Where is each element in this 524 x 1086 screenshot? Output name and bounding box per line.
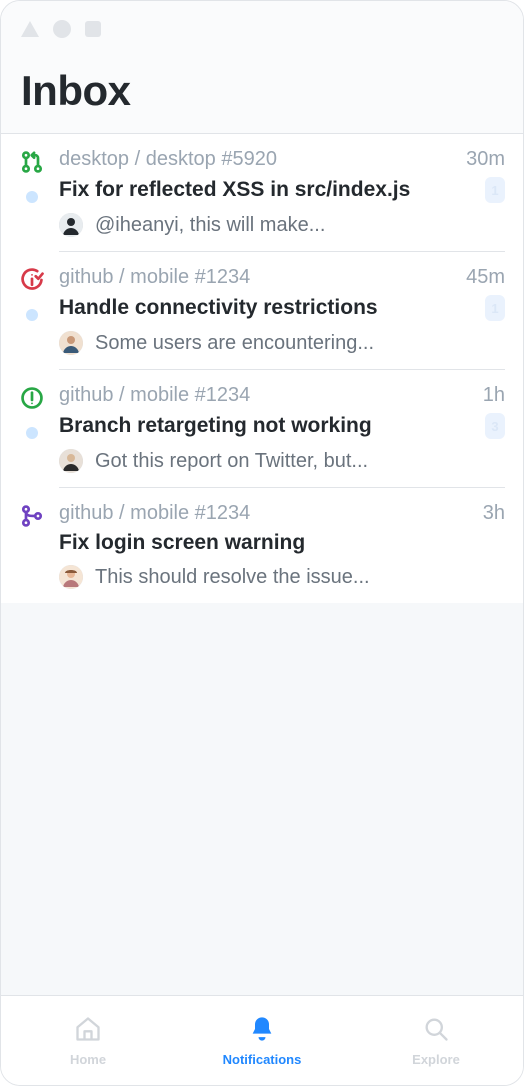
notification-row[interactable]: github / mobile #1234 3h Fix login scree… xyxy=(1,488,523,603)
repo-reference: github / mobile #1234 xyxy=(59,502,250,525)
tab-label: Home xyxy=(70,1052,106,1067)
count-badge: 1 xyxy=(485,295,505,321)
page-title: Inbox xyxy=(21,67,503,115)
unread-indicator xyxy=(26,309,38,321)
row-body: desktop / desktop #5920 30m Fix for refl… xyxy=(59,148,505,252)
repo-reference: desktop / desktop #5920 xyxy=(59,148,277,171)
home-icon xyxy=(74,1015,102,1048)
preview-text: Got this report on Twitter, but... xyxy=(95,450,368,473)
issue-open-icon xyxy=(20,386,44,415)
row-status-column xyxy=(19,266,45,370)
tab-home[interactable]: Home xyxy=(1,996,175,1085)
tab-label: Explore xyxy=(412,1052,460,1067)
tab-bar: Home Notifications Explore xyxy=(1,995,523,1085)
row-status-column xyxy=(19,384,45,488)
avatar xyxy=(59,449,83,473)
app-frame: Inbox desktop / desktop #5920 30m Fix fo… xyxy=(0,0,524,1086)
row-body: github / mobile #1234 3h Fix login scree… xyxy=(59,502,505,603)
window-decoration-triangle xyxy=(21,21,39,37)
notification-list[interactable]: desktop / desktop #5920 30m Fix for refl… xyxy=(1,134,523,603)
tab-notifications[interactable]: Notifications xyxy=(175,996,349,1085)
row-body: github / mobile #1234 45m Handle connect… xyxy=(59,266,505,370)
notification-row[interactable]: github / mobile #1234 1h Branch retarget… xyxy=(1,370,523,488)
avatar xyxy=(59,213,83,237)
timestamp: 45m xyxy=(466,266,505,289)
avatar xyxy=(59,331,83,355)
timestamp: 30m xyxy=(466,148,505,171)
window-titlebar xyxy=(1,1,523,57)
unread-indicator xyxy=(26,427,38,439)
window-decoration-circle xyxy=(53,20,71,38)
timestamp: 1h xyxy=(483,384,505,407)
repo-reference: github / mobile #1234 xyxy=(59,266,250,289)
page-header: Inbox xyxy=(1,57,523,134)
notification-row[interactable]: desktop / desktop #5920 30m Fix for refl… xyxy=(1,134,523,252)
notification-title: Fix for reflected XSS in src/index.js xyxy=(59,178,410,202)
unread-indicator xyxy=(26,191,38,203)
pull-request-merged-icon xyxy=(20,504,44,533)
issue-closed-icon xyxy=(20,268,44,297)
tab-label: Notifications xyxy=(223,1052,302,1067)
row-status-column xyxy=(19,148,45,252)
count-badge: 1 xyxy=(485,177,505,203)
search-icon xyxy=(422,1015,450,1048)
timestamp: 3h xyxy=(483,502,505,525)
preview-text: This should resolve the issue... xyxy=(95,566,370,589)
row-body: github / mobile #1234 1h Branch retarget… xyxy=(59,384,505,488)
preview-text: @iheanyi, this will make... xyxy=(95,214,325,237)
avatar xyxy=(59,565,83,589)
empty-space xyxy=(1,603,523,995)
notification-title: Fix login screen warning xyxy=(59,531,305,555)
notification-title: Branch retargeting not working xyxy=(59,414,372,438)
count-badge: 3 xyxy=(485,413,505,439)
row-status-column xyxy=(19,502,45,603)
window-decoration-square xyxy=(85,21,101,37)
tab-explore[interactable]: Explore xyxy=(349,996,523,1085)
preview-text: Some users are encountering... xyxy=(95,332,374,355)
repo-reference: github / mobile #1234 xyxy=(59,384,250,407)
notification-title: Handle connectivity restrictions xyxy=(59,296,378,320)
bell-icon xyxy=(248,1015,276,1048)
notification-row[interactable]: github / mobile #1234 45m Handle connect… xyxy=(1,252,523,370)
pull-request-open-icon xyxy=(20,150,44,179)
